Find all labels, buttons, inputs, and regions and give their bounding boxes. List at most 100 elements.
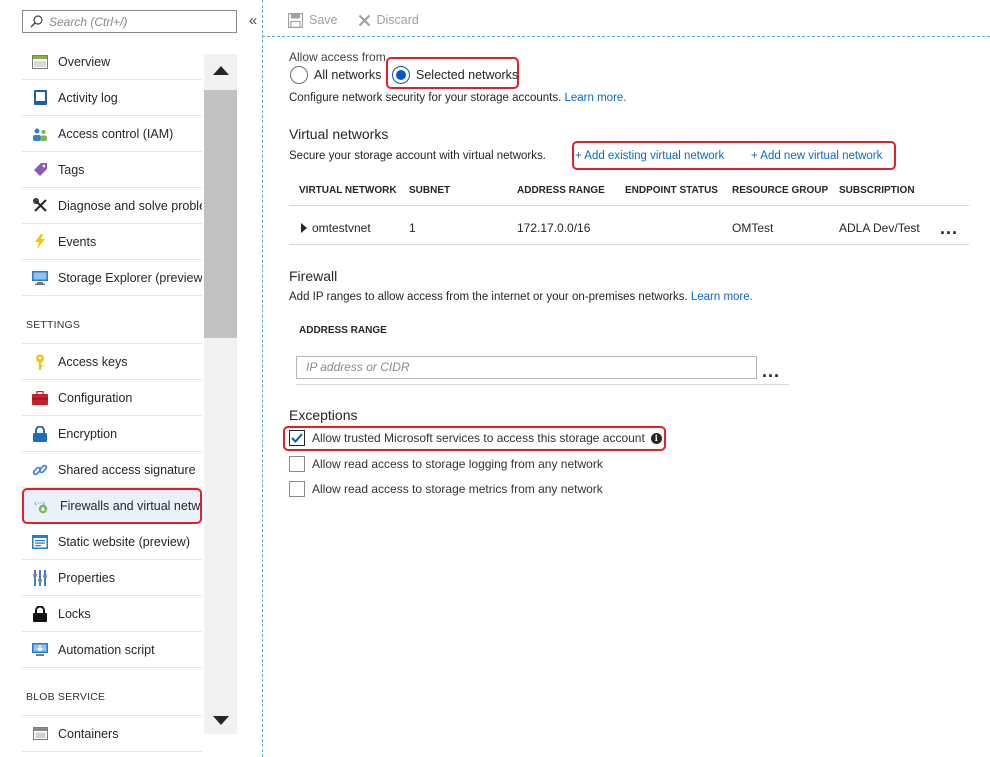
firewall-description: Add IP ranges to allow access from the i… bbox=[289, 291, 753, 303]
menu-item-properties[interactable]: Properties bbox=[22, 560, 202, 596]
menu-item-encryption[interactable]: Encryption bbox=[22, 416, 202, 452]
menu-item-tags[interactable]: Tags bbox=[22, 152, 202, 188]
menu-item-activity-log[interactable]: Activity log bbox=[22, 80, 202, 116]
checkbox[interactable] bbox=[289, 481, 305, 497]
menu-item-overview[interactable]: Overview bbox=[22, 44, 202, 80]
radio-label: All networks bbox=[314, 68, 382, 82]
checkbox[interactable] bbox=[289, 456, 305, 472]
link-icon bbox=[32, 462, 48, 478]
checkbox-read-metrics[interactable]: Allow read access to storage metrics fro… bbox=[289, 481, 603, 497]
menu-item-label: Tags bbox=[58, 162, 85, 177]
menu-item-label: Access control (IAM) bbox=[58, 126, 174, 141]
menu-item-label: Configuration bbox=[58, 390, 133, 405]
search-input[interactable]: Search (Ctrl+/) bbox=[22, 10, 237, 33]
radio-selected-networks[interactable]: Selected networks bbox=[392, 66, 518, 84]
vnet-subscription: ADLA Dev/Test bbox=[839, 221, 920, 235]
search-icon bbox=[30, 15, 43, 28]
vnet-resource-group: OMTest bbox=[732, 221, 774, 235]
menu-item-label: Access keys bbox=[58, 354, 128, 369]
lock-blue-icon bbox=[32, 425, 48, 442]
add-existing-vnet-link[interactable]: + Add existing virtual network bbox=[575, 150, 724, 162]
static-website-icon bbox=[32, 534, 48, 550]
scroll-thumb[interactable] bbox=[204, 90, 237, 338]
blob-service-section-header: BLOB SERVICE bbox=[22, 668, 202, 716]
scroll-down-button[interactable] bbox=[204, 712, 237, 728]
menu-item-label: Activity log bbox=[58, 90, 118, 105]
tag-icon bbox=[32, 162, 48, 178]
radio-button-checked[interactable] bbox=[392, 66, 410, 84]
triangle-up-icon bbox=[212, 65, 229, 75]
menu-list: Overview Activity log Access control (IA… bbox=[22, 44, 202, 752]
allow-access-label: Allow access from bbox=[289, 50, 386, 64]
col-subnet: SUBNET bbox=[409, 185, 451, 196]
virtual-networks-title: Virtual networks bbox=[289, 126, 389, 142]
activity-log-icon bbox=[32, 90, 48, 106]
ip-more-button[interactable]: ... bbox=[762, 362, 780, 380]
radio-dot bbox=[396, 70, 406, 80]
menu-item-configuration[interactable]: Configuration bbox=[22, 380, 202, 416]
firewall-settings-panel: Allow access from All networks Selected … bbox=[283, 0, 979, 757]
scroll-up-button[interactable] bbox=[204, 62, 237, 78]
menu-item-storage-explorer[interactable]: Storage Explorer (preview) bbox=[22, 260, 202, 296]
firewall-icon: ‹··› bbox=[34, 498, 50, 514]
resource-menu: Search (Ctrl+/) « Overview Activity log … bbox=[0, 0, 262, 757]
table-row[interactable]: omtestvnet 1 172.17.0.0/16 OMTest ADLA D… bbox=[289, 210, 969, 245]
vnet-table-header: VIRTUAL NETWORK SUBNET ADDRESS RANGE END… bbox=[289, 176, 969, 206]
menu-item-access-control[interactable]: Access control (IAM) bbox=[22, 116, 202, 152]
radio-label: Selected networks bbox=[416, 68, 519, 82]
checkbox-label: Allow read access to storage metrics fro… bbox=[312, 482, 603, 496]
overview-icon bbox=[32, 54, 48, 70]
checkbox-label: Allow trusted Microsoft services to acce… bbox=[312, 431, 645, 445]
menu-item-label: Shared access signature bbox=[58, 462, 196, 477]
menu-item-label: Containers bbox=[58, 726, 119, 741]
search-placeholder: Search (Ctrl+/) bbox=[49, 14, 128, 29]
briefcase-icon bbox=[32, 390, 48, 406]
menu-item-diagnose[interactable]: Diagnose and solve problems bbox=[22, 188, 202, 224]
menu-item-firewalls-and-virtual-networks[interactable]: ‹··› Firewalls and virtual networks bbox=[22, 488, 202, 524]
menu-item-access-keys[interactable]: Access keys bbox=[22, 344, 202, 380]
menu-item-label: Overview bbox=[58, 54, 111, 69]
menu-item-static-website[interactable]: Static website (preview) bbox=[22, 524, 202, 560]
ip-address-input[interactable]: IP address or CIDR bbox=[296, 356, 757, 379]
col-subscription: SUBSCRIPTION bbox=[839, 185, 915, 196]
menu-item-label: Properties bbox=[58, 570, 115, 585]
vnet-subnet: 1 bbox=[409, 221, 416, 235]
configure-text: Configure network security for your stor… bbox=[289, 92, 562, 104]
menu-item-automation-script[interactable]: Automation script bbox=[22, 632, 202, 668]
lightning-icon bbox=[32, 234, 48, 250]
menu-item-shared-access-signature[interactable]: Shared access signature bbox=[22, 452, 202, 488]
menu-item-label: Encryption bbox=[58, 426, 118, 441]
triangle-down-icon bbox=[212, 715, 229, 725]
checkbox-trusted-services[interactable]: Allow trusted Microsoft services to acce… bbox=[289, 430, 662, 446]
expand-row-icon[interactable] bbox=[301, 222, 307, 236]
radio-all-networks[interactable]: All networks bbox=[290, 66, 381, 84]
info-icon[interactable]: i bbox=[650, 432, 662, 444]
menu-item-containers[interactable]: Containers bbox=[22, 716, 202, 752]
iam-icon bbox=[32, 126, 48, 142]
menu-item-label: Automation script bbox=[58, 642, 155, 657]
vnet-address-range: 172.17.0.0/16 bbox=[517, 221, 591, 235]
properties-icon bbox=[32, 569, 48, 586]
menu-item-label: Locks bbox=[58, 606, 91, 621]
menu-scrollbar[interactable] bbox=[204, 54, 237, 734]
checkbox-read-logging[interactable]: Allow read access to storage logging fro… bbox=[289, 456, 603, 472]
collapse-menu-button[interactable]: « bbox=[246, 10, 260, 32]
firewall-learn-more-link[interactable]: Learn more. bbox=[691, 291, 753, 303]
menu-item-events[interactable]: Events bbox=[22, 224, 202, 260]
menu-item-locks[interactable]: Locks bbox=[22, 596, 202, 632]
wrench-icon bbox=[32, 198, 48, 214]
learn-more-link[interactable]: Learn more. bbox=[565, 92, 627, 104]
add-new-vnet-link[interactable]: + Add new virtual network bbox=[751, 150, 882, 162]
firewall-desc-text: Add IP ranges to allow access from the i… bbox=[289, 291, 688, 303]
row-more-button[interactable]: ... bbox=[940, 219, 958, 237]
col-resource-group: RESOURCE GROUP bbox=[732, 185, 829, 196]
checkbox-label: Allow read access to storage logging fro… bbox=[312, 457, 603, 471]
menu-item-label: Storage Explorer (preview) bbox=[58, 270, 202, 285]
menu-item-label: Events bbox=[58, 234, 97, 249]
checkbox-checked[interactable] bbox=[289, 430, 305, 446]
ip-row-divider bbox=[296, 384, 789, 385]
key-icon bbox=[32, 354, 48, 370]
vnet-name: omtestvnet bbox=[312, 221, 371, 235]
radio-button[interactable] bbox=[290, 66, 308, 84]
exceptions-title: Exceptions bbox=[289, 407, 358, 423]
